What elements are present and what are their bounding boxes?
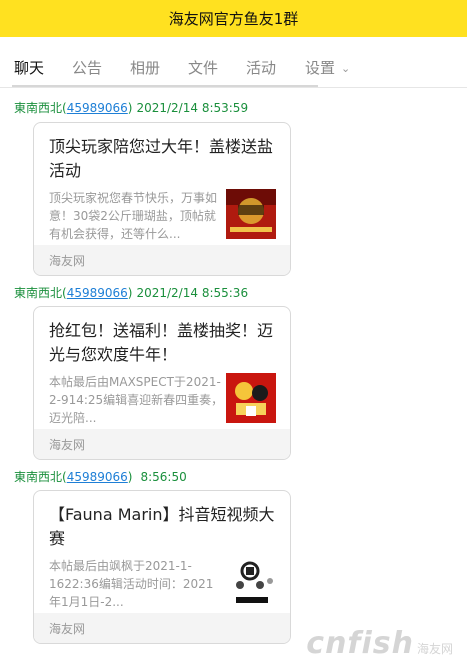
share-card[interactable]: 抢红包！送福利！盖楼抽奖！迈光与您欢度牛年！ 本帖最后由MAXSPECT于202… [33,306,291,460]
share-card[interactable]: 【Fauna Marin】抖音短视频大赛 本帖最后由飒枫于2021-1-1622… [33,490,291,644]
card-footer: 海友网 [34,429,290,459]
tab-settings-label: 设置 [305,59,336,77]
window-title-bar: 海友网官方鱼友1群 [0,0,467,37]
message-meta: 東南西北(45989066) 8:56:50 [14,470,187,484]
tab-announcements[interactable]: 公告 [72,57,102,78]
message-time: 2021/2/14 8:55:36 [136,286,249,300]
card-description: 顶尖玩家祝您春节快乐，万事如意！30袋2公斤珊瑚盐，顶帖就有机会获得，还等什么.… [49,191,218,241]
card-thumbnail [226,189,276,239]
card-thumbnail [226,373,276,423]
card-source: 海友网 [49,622,86,636]
card-footer: 海友网 [34,613,290,643]
card-source: 海友网 [49,438,86,452]
tab-album[interactable]: 相册 [130,57,160,78]
message-meta: 東南西北(45989066) 2021/2/14 8:53:59 [14,101,249,115]
card-source: 海友网 [49,254,86,268]
card-thumbnail [226,557,276,607]
message-time: 2021/2/14 8:53:59 [136,101,249,115]
card-title: 抢红包！送福利！盖楼抽奖！迈光与您欢度牛年！ [49,321,274,364]
sender-id-link[interactable]: 45989066 [67,101,128,115]
card-title: 顶尖玩家陪您过大年！盖楼送盐活动 [49,137,274,180]
sender-name: 東南西北 [14,101,63,115]
group-title: 海友网官方鱼友1群 [168,10,299,28]
card-description: 本帖最后由MAXSPECT于2021-2-914:25编辑喜迎新春四重奏，迈光陪… [49,375,224,425]
share-card[interactable]: 顶尖玩家陪您过大年！盖楼送盐活动 顶尖玩家祝您春节快乐，万事如意！30袋2公斤珊… [33,122,291,276]
tab-settings[interactable]: 设置 ⌄ [305,57,350,78]
message-time: 8:56:50 [140,470,187,484]
card-description: 本帖最后由飒枫于2021-1-1622:36编辑活动时间：2021年1月1日-2… [49,559,214,609]
card-title: 【Fauna Marin】抖音短视频大赛 [49,505,275,548]
sender-name: 東南西北 [14,470,63,484]
sender-id-link[interactable]: 45989066 [67,286,128,300]
tab-bar: 聊天 公告 相册 文件 活动 设置 ⌄ [0,37,467,88]
sender-name: 東南西北 [14,286,63,300]
tab-divider [12,85,318,87]
tab-chat[interactable]: 聊天 [14,57,44,78]
chevron-down-icon: ⌄ [341,62,351,75]
sender-id-link[interactable]: 45989066 [67,470,128,484]
watermark-sub-text: 海友网 [416,642,453,656]
watermark-logo-text: cnfish [306,626,414,661]
site-watermark: cnfish 海友网 [306,626,453,661]
message-meta: 東南西北(45989066) 2021/2/14 8:55:36 [14,286,249,300]
card-footer: 海友网 [34,245,290,275]
tab-files[interactable]: 文件 [188,57,218,78]
tab-activities[interactable]: 活动 [246,57,276,78]
